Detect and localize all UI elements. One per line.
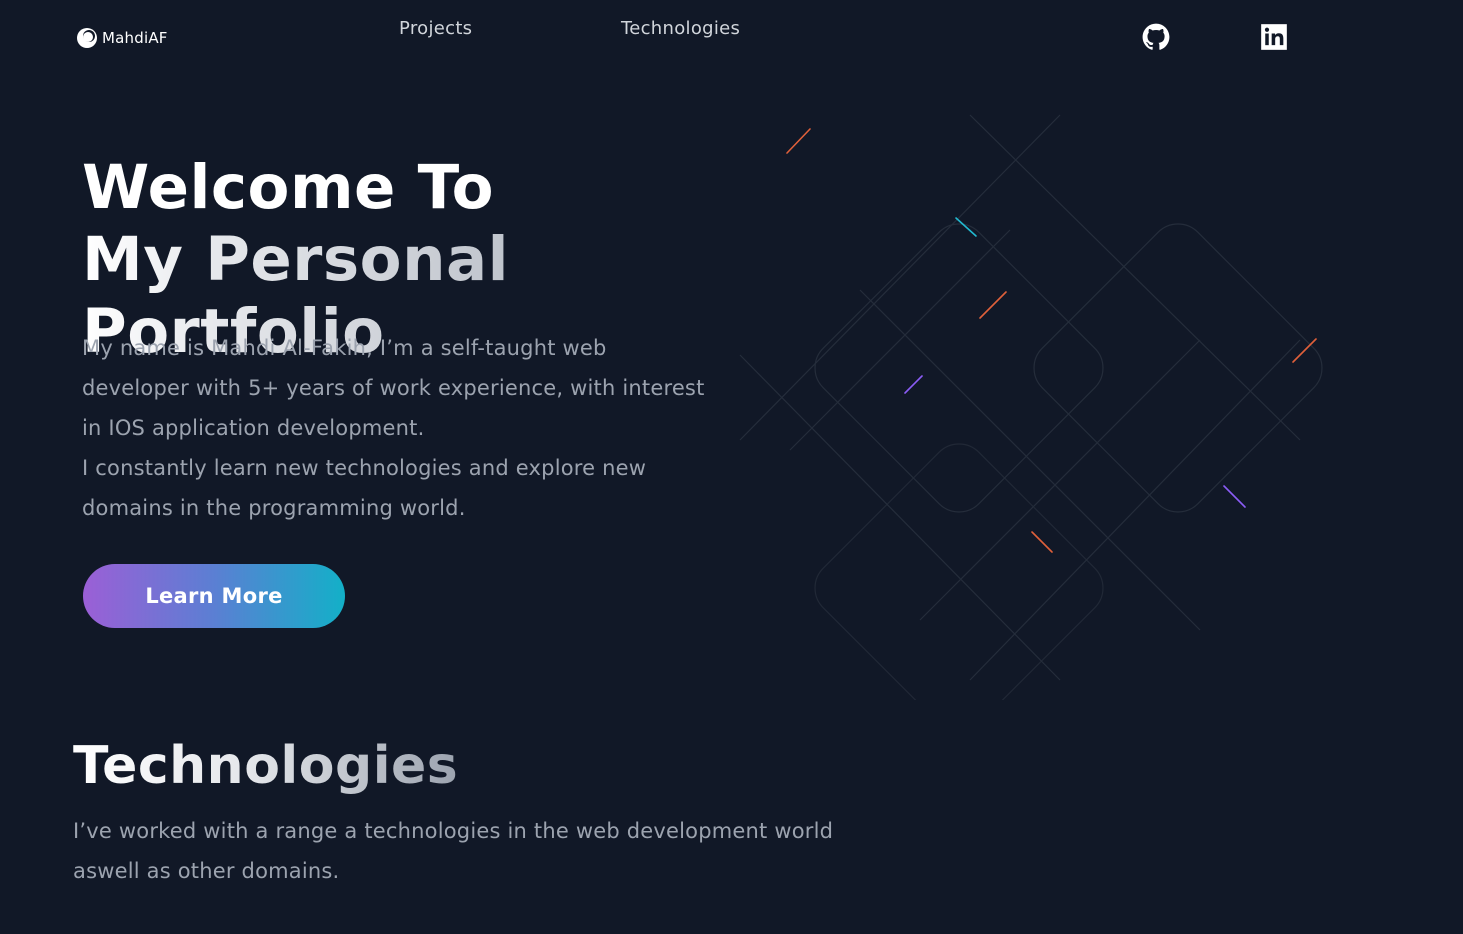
github-icon (1142, 23, 1170, 50)
hero-title-line-1: Welcome To (82, 152, 495, 223)
hero-description-line: domains in the programming world. (82, 496, 466, 520)
technologies-description: I’ve worked with a range a technologies … (73, 819, 834, 883)
logo[interactable]: MahdiAF (76, 27, 168, 49)
linkedin-icon (1261, 24, 1287, 50)
nav-projects-link[interactable]: Projects (399, 18, 472, 39)
logo-icon (77, 28, 97, 48)
nav-technologies-link[interactable]: Technologies (621, 18, 740, 39)
linkedin-link[interactable] (1260, 23, 1288, 51)
learn-more-button[interactable]: Learn More (83, 564, 345, 628)
hero-description-line: My name is Mahdi Al-Fakih, I’m a self-ta… (82, 336, 607, 360)
hero-description-line: I constantly learn new technologies and … (82, 456, 647, 480)
hero-description-line: in IOS application development. (82, 416, 425, 440)
technologies-title: Technologies (73, 733, 458, 799)
hero-description-line: developer with 5+ years of work experien… (82, 376, 705, 400)
hero-background-graphic (739, 114, 1323, 700)
portfolio-page: MahdiAF Projects Technologies Welcome To… (0, 0, 1463, 934)
hero-description: My name is Mahdi Al-Fakih, I’m a self-ta… (82, 328, 782, 528)
github-link[interactable] (1142, 23, 1170, 51)
logo-text: MahdiAF (102, 29, 168, 47)
